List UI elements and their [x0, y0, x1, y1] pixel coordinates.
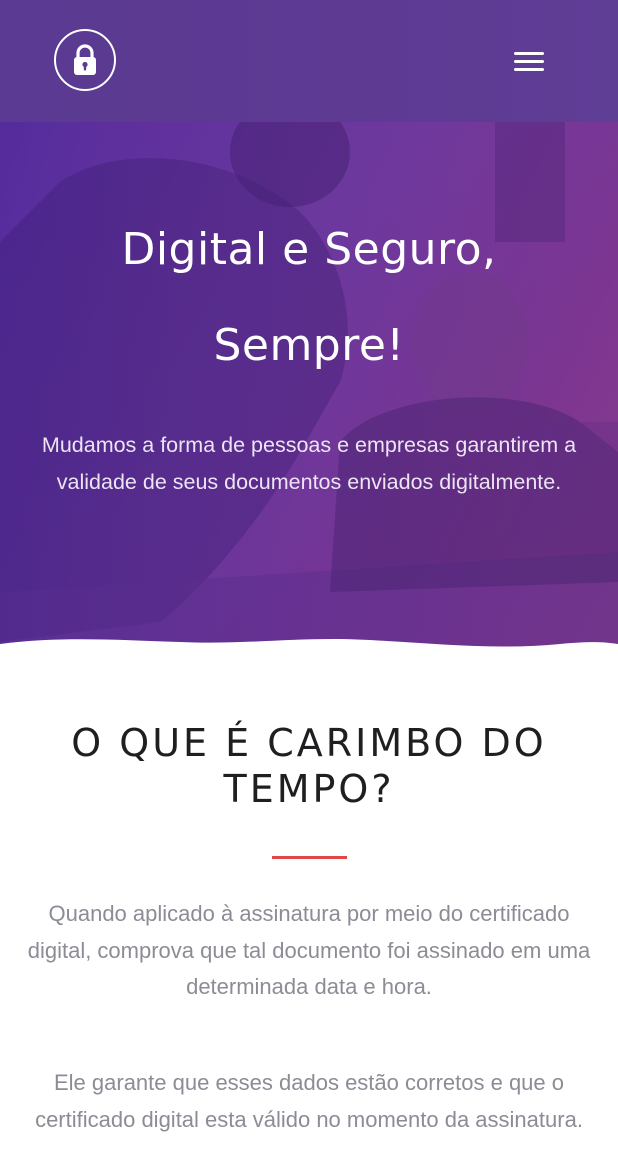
- menu-bar: [514, 59, 544, 63]
- logo-lock-button[interactable]: [54, 29, 116, 91]
- title-divider: [272, 856, 347, 859]
- hamburger-menu-icon[interactable]: [514, 47, 554, 75]
- page: Digital e Seguro, Sempre! Mudamos a form…: [0, 0, 618, 1172]
- menu-bar: [514, 51, 544, 55]
- hero-subtitle: Mudamos a forma de pessoas e empresas ga…: [41, 433, 577, 494]
- hero-title: Digital e Seguro, Sempre!: [0, 202, 618, 394]
- hero-title-line1: Digital e Seguro,: [121, 224, 497, 275]
- lock-icon: [74, 44, 96, 75]
- menu-bar: [514, 67, 544, 71]
- section-paragraph-1: Quando aplicado à assinatura por meio do…: [27, 901, 591, 999]
- wave-divider: [0, 638, 618, 672]
- section-title: O QUE É CARIMBO DO TEMPO?: [71, 721, 547, 811]
- hero-section: Digital e Seguro, Sempre! Mudamos a form…: [0, 122, 618, 662]
- site-header: [0, 0, 618, 122]
- section-paragraph-2: Ele garante que esses dados estão corret…: [35, 1070, 583, 1132]
- hero-title-line2: Sempre!: [213, 320, 405, 371]
